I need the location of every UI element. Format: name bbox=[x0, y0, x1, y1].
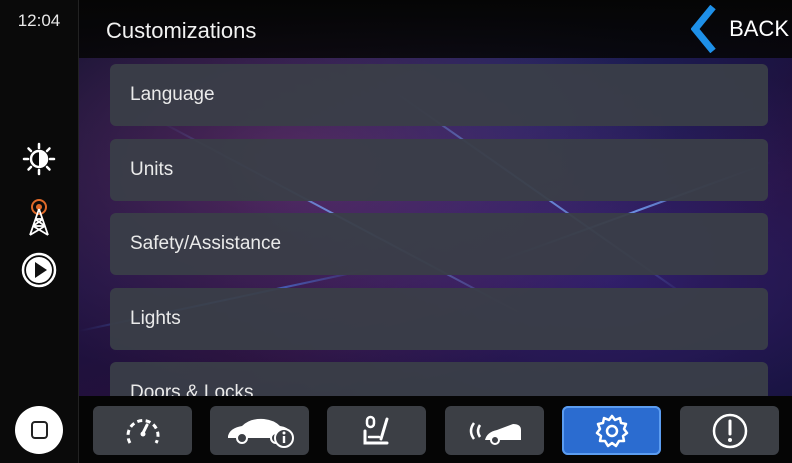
brightness-icon[interactable] bbox=[19, 139, 59, 179]
menu-item-label: Language bbox=[130, 84, 215, 105]
home-icon bbox=[30, 421, 48, 439]
settings-icon bbox=[595, 414, 628, 447]
nav-gauge-button[interactable] bbox=[93, 406, 192, 455]
play-icon[interactable] bbox=[19, 250, 59, 290]
menu-item-safety-assistance[interactable]: Safety/Assistance bbox=[110, 213, 768, 275]
nav-seat-button[interactable] bbox=[327, 406, 426, 455]
home-button[interactable] bbox=[15, 406, 63, 454]
settings-menu: Language Units Safety/Assistance Lights … bbox=[110, 64, 768, 396]
nav-parking-sensor-button[interactable] bbox=[445, 406, 544, 455]
menu-item-label: Safety/Assistance bbox=[130, 233, 282, 254]
menu-item-label: Lights bbox=[130, 308, 181, 329]
left-sidebar: 12:04 bbox=[0, 0, 79, 463]
page-title: Customizations bbox=[106, 18, 257, 43]
gauge-icon bbox=[126, 418, 159, 444]
menu-item-language[interactable]: Language bbox=[110, 64, 768, 126]
radio-tower-icon[interactable] bbox=[19, 197, 59, 237]
parking-sensor-icon bbox=[469, 421, 521, 445]
menu-item-label: Doors & Locks bbox=[130, 382, 254, 396]
header-bar: Customizations BACK bbox=[79, 0, 792, 58]
menu-item-units[interactable]: Units bbox=[110, 139, 768, 201]
bottom-nav-bar bbox=[79, 396, 792, 463]
menu-item-doors-locks[interactable]: Doors & Locks bbox=[110, 362, 768, 396]
menu-item-lights[interactable]: Lights bbox=[110, 288, 768, 350]
seat-icon bbox=[363, 415, 388, 444]
alert-icon bbox=[712, 413, 747, 448]
main-panel: Customizations BACK Language Units Safet… bbox=[79, 0, 792, 463]
car-info-icon bbox=[227, 418, 294, 448]
nav-settings-button[interactable] bbox=[562, 406, 661, 455]
back-button[interactable]: BACK bbox=[691, 5, 789, 53]
nav-vehicle-info-button[interactable] bbox=[210, 406, 309, 455]
menu-item-label: Units bbox=[130, 159, 174, 180]
back-label: BACK bbox=[729, 16, 789, 41]
chevron-left-icon bbox=[691, 5, 716, 53]
clock: 12:04 bbox=[17, 11, 61, 30]
nav-alert-button[interactable] bbox=[680, 406, 779, 455]
